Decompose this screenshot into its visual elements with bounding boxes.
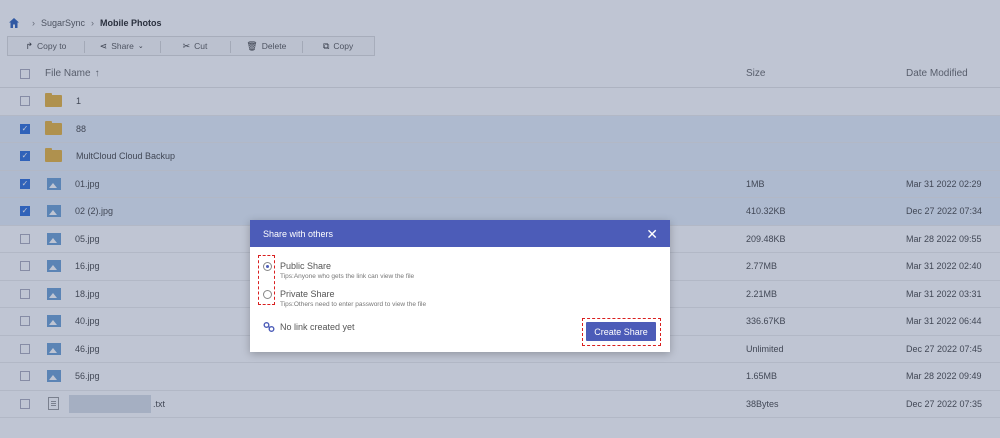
link-status: No link created yet (263, 321, 355, 333)
close-icon[interactable]: ✕ (646, 227, 658, 241)
dialog-header: Share with others ✕ (250, 220, 670, 247)
radio-highlight-box (258, 255, 275, 305)
private-share-label: Private Share (280, 289, 335, 299)
create-share-highlight-box: Create Share (582, 318, 661, 346)
no-link-text: No link created yet (280, 322, 355, 332)
modal-overlay (0, 0, 1000, 438)
public-share-tip: Tips:Anyone who gets the link can view t… (280, 273, 415, 280)
link-icon (263, 322, 275, 332)
private-share-tip: Tips:Others need to enter password to vi… (280, 301, 427, 308)
create-share-button[interactable]: Create Share (586, 322, 656, 341)
dialog-title: Share with others (263, 228, 334, 239)
public-share-label: Public Share (280, 261, 332, 271)
